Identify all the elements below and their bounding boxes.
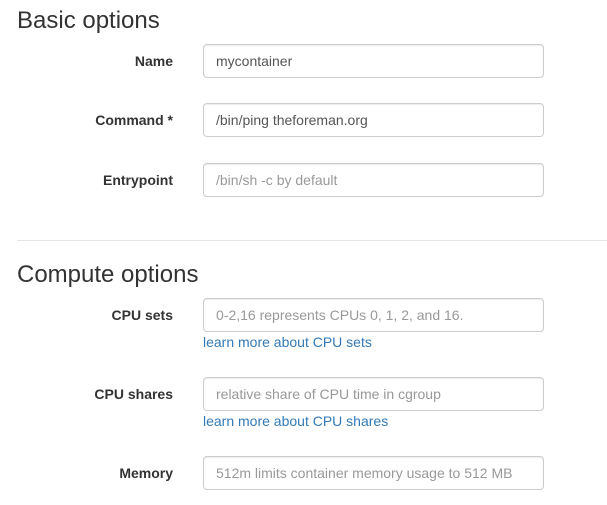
command-input[interactable] — [203, 103, 544, 137]
name-input[interactable] — [203, 44, 544, 78]
command-label: Command * — [95, 112, 173, 128]
basic-options-heading: Basic options — [17, 7, 160, 34]
memory-label: Memory — [119, 465, 173, 481]
cpu-sets-label: CPU sets — [111, 307, 173, 323]
cpu-sets-help-link[interactable]: learn more about CPU sets — [203, 333, 372, 351]
name-label: Name — [134, 53, 173, 69]
memory-input[interactable] — [203, 456, 544, 490]
compute-options-heading: Compute options — [17, 261, 199, 288]
cpu-shares-help-link[interactable]: learn more about CPU shares — [203, 412, 388, 430]
cpu-shares-input[interactable] — [203, 377, 544, 411]
entrypoint-input[interactable] — [203, 163, 544, 197]
cpu-shares-label: CPU shares — [94, 386, 173, 402]
cpu-sets-input[interactable] — [203, 298, 544, 332]
section-divider — [17, 240, 607, 241]
container-form: Basic options Name Command * Entrypoint … — [0, 0, 607, 505]
entrypoint-label: Entrypoint — [103, 172, 173, 188]
